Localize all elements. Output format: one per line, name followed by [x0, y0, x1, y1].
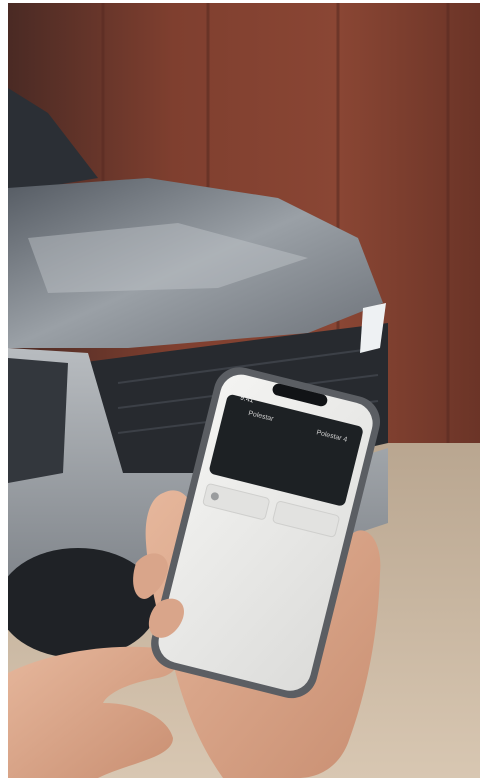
- car-left-corner: [8, 358, 68, 483]
- photo-illustration: [8, 3, 480, 778]
- photo-frame: 9:41 Polestar Polestar 4: [8, 3, 480, 778]
